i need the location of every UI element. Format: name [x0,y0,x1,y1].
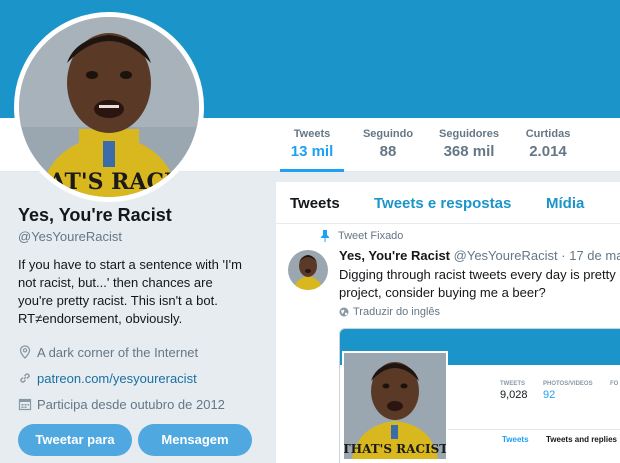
map-pin-icon [19,345,31,359]
profile-name[interactable]: Yes, You're Racist [18,205,258,226]
avatar-caption: THAT'S RACIST [19,169,199,195]
tweet-date[interactable]: · 17 de mai [561,248,620,263]
stat-following-label: Seguindo [362,128,414,140]
stat-following-value: 88 [379,143,397,160]
tweet-header: Yes, You're Racist @YesYoureRacist · 17 … [339,248,620,263]
pinned-label: Tweet Fixado [338,230,404,242]
stat-likes-label: Curtidas [525,128,571,140]
timeline-tabs: Tweets Tweets e respostas Mídia [276,182,620,224]
tweet-text-line-1: Digging through racist tweets every day … [339,267,620,282]
globe-icon [339,307,349,317]
profile-joined-text: Participa desde outubro de 2012 [37,396,225,412]
profile-joined: Participa desde outubro de 2012 [18,391,225,417]
tab-tweets-and-replies[interactable]: Tweets e respostas [374,195,511,212]
profile-location-text: A dark corner of the Internet [37,344,199,360]
tweet-media-card[interactable]: THAT'S RACIST TWEETS 9,028 PHOTOS/VIDEOS… [339,328,620,463]
pinned-indicator: Tweet Fixado [320,230,403,242]
stat-followers-label: Seguidores [439,128,499,140]
stat-followers-value: 368 mil [443,143,495,160]
avatar-photo: THAT'S RACIST [19,17,199,197]
card-stat-tweets: TWEETS 9,028 [500,381,528,401]
card-stat-more-label: FO [610,381,619,387]
stat-tweets-value: 13 mil [290,143,334,160]
translate-label[interactable]: Traduzir do inglês [353,306,440,318]
translate-link[interactable]: Traduzir do inglês [339,306,440,318]
card-stat-tweets-label: TWEETS [500,381,525,387]
tweet-text-line-2: project, consider buying me a beer? [339,285,546,300]
card-divider [448,429,620,430]
stat-following[interactable]: Seguindo 88 [356,118,420,172]
timeline-panel: Tweets Tweets e respostas Mídia Tweet Fi… [276,182,620,463]
card-stat-photos-label: PHOTOS/VIDEOS [543,381,593,387]
profile-header-card: Yes, You're Racist @YesYoureRacist If yo… [18,205,258,328]
profile-handle[interactable]: @YesYoureRacist [18,229,258,244]
calendar-icon [18,398,32,411]
tweet-text: Digging through racist tweets every day … [339,266,620,302]
tweet-author-avatar[interactable] [288,250,328,290]
tweet-to-button[interactable]: Tweetar para [18,424,132,456]
stat-likes-value: 2.014 [529,143,567,160]
pin-icon [321,230,329,242]
stat-likes[interactable]: Curtidas 2.014 [518,118,578,172]
tab-tweets[interactable]: Tweets [290,195,340,212]
card-stat-photos-value: 92 [543,389,556,401]
card-stat-tweets-value: 9,028 [500,389,528,401]
message-button[interactable]: Mensagem [138,424,252,456]
profile-location: A dark corner of the Internet [18,339,225,365]
profile-avatar[interactable]: THAT'S RACIST [14,12,204,202]
profile-bio: If you have to start a sentence with 'I'… [18,257,242,326]
stat-tweets-label: Tweets [293,128,331,140]
profile-info-list: A dark corner of the Internet patreon.co… [18,339,225,417]
stat-tweets[interactable]: Tweets 13 mil [280,118,344,172]
card-tab-tweets: Tweets [502,435,529,444]
card-stat-photos: PHOTOS/VIDEOS 92 [543,381,593,401]
profile-website[interactable]: patreon.com/yesyoureracist [18,365,225,391]
tweet-author-name[interactable]: Yes, You're Racist [339,248,450,263]
card-image-caption: THAT'S RACIST [344,442,446,456]
card-profile-image: THAT'S RACIST [342,351,448,461]
profile-website-link[interactable]: patreon.com/yesyoureracist [37,371,197,386]
stat-followers[interactable]: Seguidores 368 mil [432,118,506,172]
link-icon [20,373,30,383]
tweet-author-handle[interactable]: @YesYoureRacist [454,248,558,263]
tab-media[interactable]: Mídia [546,195,584,212]
card-tab-replies: Tweets and replies [546,435,617,444]
card-stat-more: FO [610,381,618,387]
